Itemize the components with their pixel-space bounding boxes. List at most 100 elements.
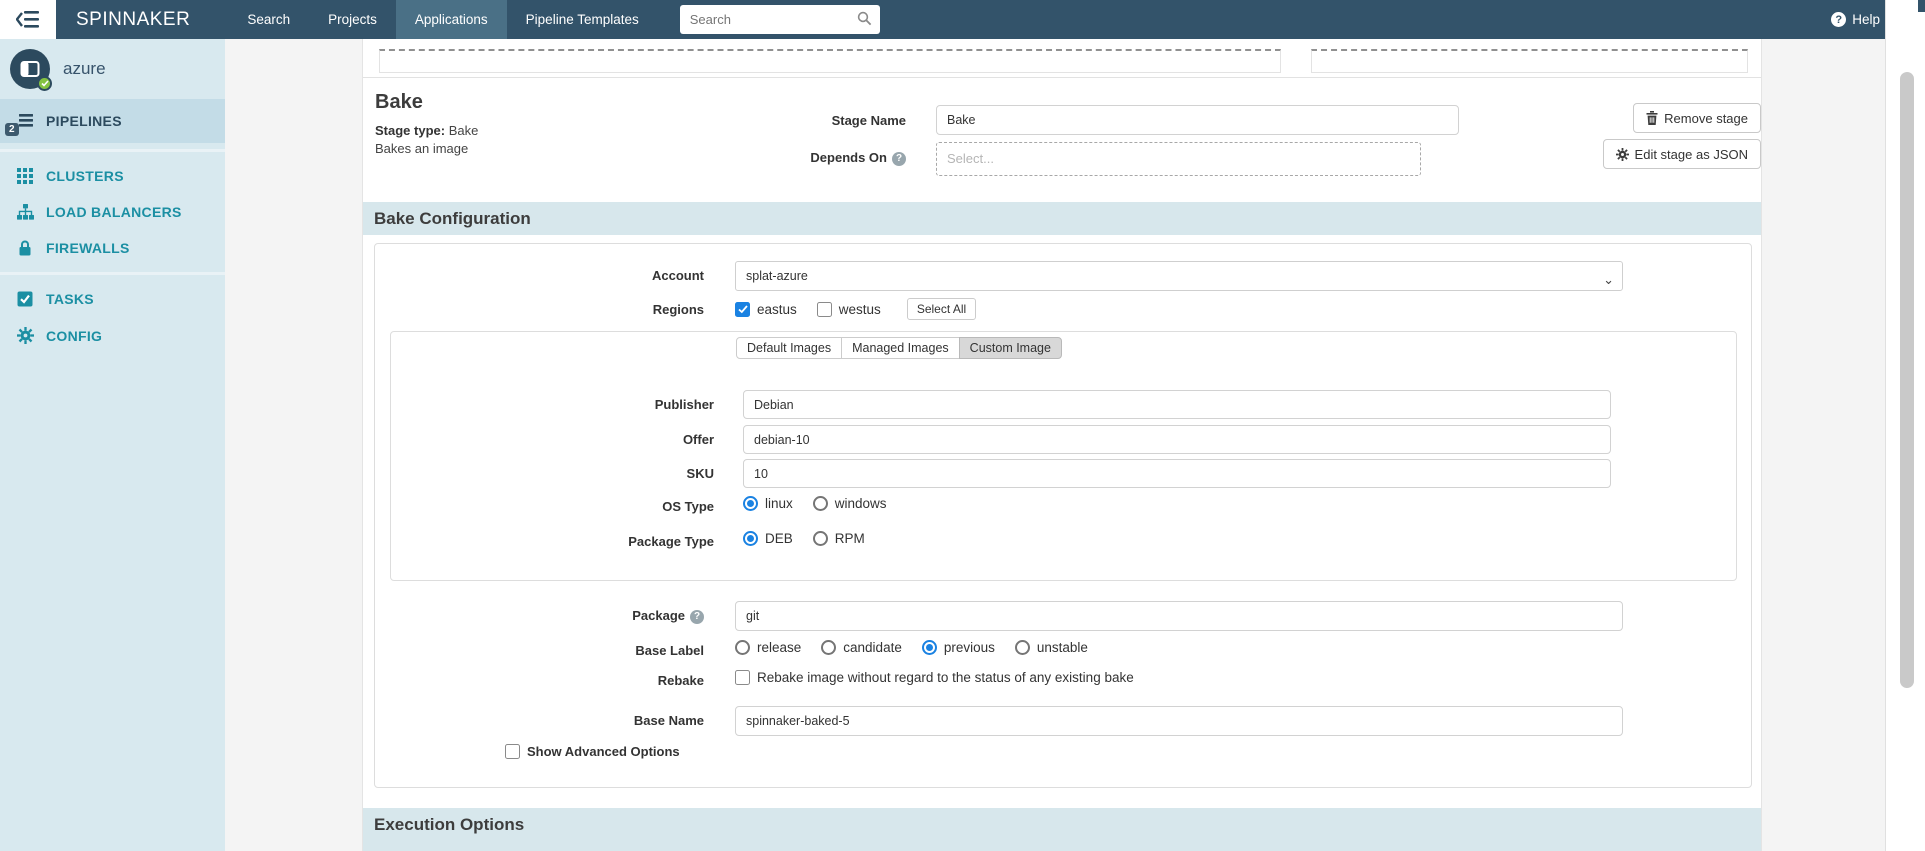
- sitemap-icon: [12, 204, 38, 220]
- sidebar-divider: [0, 272, 225, 275]
- chevron-down-icon: ⌄: [1603, 272, 1614, 287]
- sidebar-item-label: CLUSTERS: [46, 168, 124, 184]
- stage-type-label: Stage type:: [375, 123, 446, 138]
- sidebar-item-config[interactable]: CONFIG: [0, 317, 225, 354]
- os-type-label: OS Type: [662, 499, 714, 514]
- global-search-input[interactable]: [679, 5, 880, 34]
- depends-on-select[interactable]: Select...: [936, 142, 1421, 176]
- package-type-rpm-label[interactable]: RPM: [835, 531, 865, 546]
- main-content: Bake Stage type: Bake Bakes an image Sta…: [225, 39, 1885, 851]
- remove-stage-button[interactable]: Remove stage: [1633, 103, 1761, 133]
- stage-description: Bakes an image: [375, 141, 469, 156]
- base-label-candidate-radio[interactable]: [821, 640, 837, 655]
- base-label-release-radio[interactable]: [735, 640, 750, 655]
- nav-item-applications[interactable]: Applications: [395, 0, 507, 39]
- os-windows-label[interactable]: windows: [835, 496, 887, 511]
- publisher-input[interactable]: [743, 390, 1611, 419]
- rebake-checkbox[interactable]: [735, 670, 750, 685]
- tab-default-images[interactable]: Default Images: [736, 337, 843, 359]
- account-select[interactable]: splat-azure ⌄: [735, 261, 1623, 291]
- depends-on-label-text: Depends On: [810, 150, 887, 165]
- sku-label: SKU: [686, 466, 714, 481]
- clipped-panel-right: [1311, 49, 1748, 73]
- os-linux-radio[interactable]: [743, 496, 758, 511]
- base-name-input[interactable]: [735, 706, 1623, 736]
- stage-editor-panel: Bake Stage type: Bake Bakes an image Sta…: [362, 39, 1762, 851]
- rebake-description[interactable]: Rebake image without regard to the statu…: [757, 670, 1134, 685]
- stage-name-input[interactable]: [936, 105, 1459, 135]
- select-all-regions-button[interactable]: Select All: [906, 298, 977, 320]
- bake-configuration-card: Account splat-azure ⌄ Regions eastus wes…: [374, 243, 1752, 788]
- check-icon: [737, 304, 748, 313]
- brand-logo[interactable]: SPINNAKER: [56, 0, 228, 39]
- nav-item-pipeline-templates[interactable]: Pipeline Templates: [507, 0, 658, 39]
- bake-configuration-header: Bake Configuration: [363, 202, 1761, 235]
- sidebar-toggle-button[interactable]: [0, 0, 56, 39]
- nav-item-search[interactable]: Search: [228, 0, 309, 39]
- sidebar: azure 2 PIPELINES CLUSTERS LOAD BALANCER…: [0, 39, 225, 851]
- package-input[interactable]: [735, 601, 1623, 631]
- base-label-previous-label[interactable]: previous: [944, 640, 995, 655]
- lock-icon: [12, 240, 38, 256]
- show-advanced-options-label[interactable]: Show Advanced Options: [527, 744, 680, 759]
- sidebar-divider: [0, 149, 225, 152]
- edit-stage-json-label: Edit stage as JSON: [1634, 146, 1748, 162]
- scrollbar-track[interactable]: [1885, 0, 1925, 851]
- trash-icon: [1646, 111, 1658, 125]
- edit-stage-json-button[interactable]: Edit stage as JSON: [1602, 139, 1761, 169]
- sidebar-item-tasks[interactable]: TASKS: [0, 281, 225, 317]
- sidebar-item-pipelines[interactable]: 2 PIPELINES: [0, 99, 225, 143]
- panel-divider: [363, 77, 1761, 78]
- scrollbar-thumb[interactable]: [1900, 72, 1914, 688]
- application-header[interactable]: azure: [0, 39, 225, 99]
- regions-label: Regions: [652, 302, 704, 317]
- base-label-unstable-radio[interactable]: [1014, 640, 1030, 655]
- depends-on-label: Depends On?: [643, 150, 906, 166]
- package-type-deb-label[interactable]: DEB: [765, 531, 793, 546]
- sidebar-item-load-balancers[interactable]: LOAD BALANCERS: [0, 194, 225, 230]
- base-label-candidate-label[interactable]: candidate: [843, 640, 902, 655]
- help-icon: ?: [1831, 12, 1847, 27]
- show-advanced-options-checkbox[interactable]: [505, 744, 520, 759]
- stage-type-value: Bake: [448, 123, 479, 138]
- base-label-release-label[interactable]: release: [757, 640, 801, 655]
- os-linux-label[interactable]: linux: [765, 496, 793, 511]
- tab-custom-image[interactable]: Custom Image: [958, 337, 1062, 359]
- package-type-deb-radio[interactable]: [743, 531, 758, 546]
- account-selected-value: splat-azure: [746, 269, 808, 283]
- base-label-unstable-label[interactable]: unstable: [1037, 640, 1088, 655]
- region-westus-label[interactable]: westus: [839, 302, 881, 317]
- sidebar-item-clusters[interactable]: CLUSTERS: [0, 158, 225, 194]
- package-help-icon[interactable]: ?: [690, 609, 704, 624]
- region-eastus-label[interactable]: eastus: [757, 302, 797, 317]
- pipelines-count-badge: 2: [5, 123, 19, 136]
- rebake-label: Rebake: [657, 673, 704, 688]
- region-westus-checkbox[interactable]: [816, 301, 832, 317]
- clipped-panel-left: [379, 49, 1281, 73]
- sidebar-item-label: LOAD BALANCERS: [46, 204, 182, 220]
- os-windows-radio[interactable]: [812, 496, 828, 511]
- execution-options-title: Execution Options: [374, 815, 525, 834]
- base-name-label: Base Name: [633, 713, 704, 728]
- depends-on-help-icon[interactable]: ?: [892, 151, 906, 166]
- publisher-label: Publisher: [654, 397, 714, 412]
- tab-managed-images[interactable]: Managed Images: [841, 337, 960, 359]
- offer-input[interactable]: [743, 425, 1611, 454]
- image-source-tabs: Default Images Managed Images Custom Ima…: [736, 337, 1062, 359]
- nav-item-projects[interactable]: Projects: [309, 0, 396, 39]
- base-label-previous-radio[interactable]: [921, 640, 937, 655]
- region-eastus-checkbox[interactable]: [735, 301, 750, 317]
- sidebar-item-firewalls[interactable]: FIREWALLS: [0, 230, 225, 266]
- execution-options-header: Execution Options: [363, 808, 1761, 851]
- package-label: Package?: [375, 608, 704, 624]
- base-label-label: Base Label: [635, 643, 704, 658]
- package-type-rpm-radio[interactable]: [812, 531, 828, 546]
- gear-icon: [1615, 147, 1629, 161]
- search-icon: [857, 11, 871, 26]
- sidebar-item-label: TASKS: [46, 291, 94, 307]
- sidebar-item-label: PIPELINES: [46, 113, 122, 129]
- scrollbar-corner: [1918, 0, 1925, 12]
- gear-icon: [12, 327, 38, 344]
- account-label: Account: [652, 268, 704, 283]
- sku-input[interactable]: [743, 459, 1611, 488]
